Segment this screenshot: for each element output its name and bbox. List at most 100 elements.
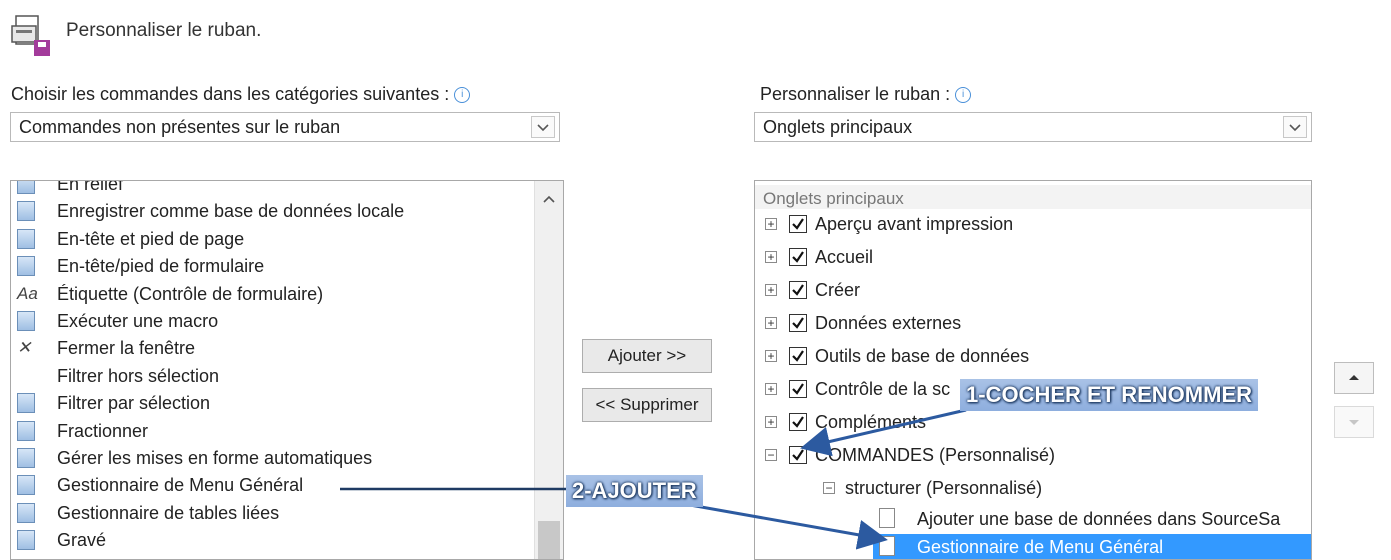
tab-checkbox[interactable]: [789, 248, 807, 266]
customize-ribbon-icon: [10, 12, 54, 56]
tab-checkbox[interactable]: [789, 281, 807, 299]
list-item-label: Gestionnaire de Menu Général: [57, 475, 304, 496]
list-item-label: En-tête/pied de formulaire: [57, 256, 265, 277]
move-up-button[interactable]: [1334, 362, 1374, 394]
tab-checkbox[interactable]: [789, 215, 807, 233]
save-local-db-icon: [17, 201, 35, 222]
chevron-down-icon[interactable]: [531, 116, 555, 138]
expand-icon[interactable]: +: [765, 416, 777, 428]
tree-tab-item[interactable]: + Aperçu avant impression: [755, 209, 1311, 239]
tree-tab-item[interactable]: + Outils de base de données: [755, 341, 1311, 371]
tree-group-label: structurer (Personnalisé): [845, 478, 1043, 498]
list-item[interactable]: Gestionnaire de tables liées: [11, 500, 563, 527]
caret-down-icon: [1349, 420, 1359, 425]
tree-tab-label: Compléments: [815, 412, 927, 432]
list-item-label: Étiquette (Contrôle de formulaire): [57, 283, 324, 304]
list-item-label: Fractionner: [57, 420, 149, 441]
tree-group-item[interactable]: − structurer (Personnalisé): [755, 473, 1311, 503]
tree-tab-label: Contrôle de la sc: [815, 379, 951, 399]
tab-checkbox[interactable]: [789, 314, 807, 332]
tree-tab-label: Données externes: [815, 313, 962, 333]
list-item[interactable]: Gravé: [11, 527, 563, 554]
tree-tab-item[interactable]: − COMMANDES (Personnalisé): [755, 440, 1311, 470]
chevron-down-icon[interactable]: [1283, 116, 1307, 138]
list-item[interactable]: En-tête/pied de formulaire: [11, 253, 563, 280]
caret-up-icon: [1349, 375, 1359, 380]
emboss-icon: [17, 181, 35, 194]
add-button[interactable]: Ajouter >>: [582, 339, 712, 373]
tab-checkbox[interactable]: [789, 446, 807, 464]
scroll-thumb[interactable]: [538, 521, 560, 559]
switchboard-icon: [17, 475, 35, 496]
left-category-label-text: Choisir les commandes dans les catégorie…: [11, 84, 450, 104]
tree-tab-label: Aperçu avant impression: [815, 214, 1014, 234]
header-footer-icon: [17, 228, 35, 249]
tab-checkbox[interactable]: [789, 347, 807, 365]
collapse-icon[interactable]: −: [765, 449, 777, 461]
tree-tab-label: Outils de base de données: [815, 346, 1030, 366]
ribbon-combo-value: Onglets principaux: [763, 117, 913, 137]
list-item[interactable]: Gérer les mises en forme automatiques: [11, 445, 563, 472]
list-item-label: Filtrer par sélection: [57, 393, 211, 414]
expand-icon[interactable]: +: [765, 350, 777, 362]
expand-icon[interactable]: +: [765, 317, 777, 329]
scroll-up-icon[interactable]: [535, 189, 563, 209]
list-item[interactable]: Filtrer par sélection: [11, 390, 563, 417]
tree-tab-item[interactable]: + Créer: [755, 275, 1311, 305]
tree-tab-label: Accueil: [815, 247, 874, 267]
tree-tab-item[interactable]: + Compléments: [755, 407, 1311, 437]
list-item-label: En-tête et pied de page: [57, 228, 245, 249]
left-category-label: Choisir les commandes dans les catégorie…: [11, 84, 471, 105]
info-icon: i: [454, 87, 471, 104]
move-down-button[interactable]: [1334, 406, 1374, 438]
list-item-label: Gestionnaire de tables liées: [57, 502, 280, 523]
list-item[interactable]: Enregistrer comme base de données locale: [11, 198, 563, 225]
tree-header-label: Onglets principaux: [763, 189, 904, 208]
list-item-label: Fermer la fenêtre: [57, 338, 196, 359]
list-item[interactable]: En-tête et pied de page: [11, 226, 563, 253]
right-ribbon-label: Personnaliser le ruban : i: [760, 84, 972, 105]
filter-icon: [17, 393, 35, 414]
label-aa-icon: Aa: [17, 283, 38, 303]
tree-command-item[interactable]: Ajouter une base de données dans SourceS…: [873, 506, 1311, 532]
commands-list[interactable]: En relief Enregistrer comme base de donné…: [10, 180, 564, 560]
tree-tab-item[interactable]: + Accueil: [755, 242, 1311, 272]
category-combo[interactable]: Commandes non présentes sur le ruban: [10, 112, 560, 142]
expand-icon[interactable]: +: [765, 218, 777, 230]
tree-tab-label: Créer: [815, 280, 861, 300]
tree-command-item[interactable]: Gestionnaire de Menu Général: [873, 534, 1311, 559]
tab-checkbox[interactable]: [789, 380, 807, 398]
list-item[interactable]: Fractionner: [11, 418, 563, 445]
form-header-icon: [17, 256, 35, 277]
autoformat-icon: [17, 448, 35, 468]
split-window-icon: [17, 420, 35, 441]
tree-command-label: Ajouter une base de données dans SourceS…: [917, 509, 1281, 529]
info-icon: i: [955, 87, 972, 104]
list-item[interactable]: Aa Étiquette (Contrôle de formulaire): [11, 281, 563, 308]
collapse-icon[interactable]: −: [823, 482, 835, 494]
run-macro-icon: [17, 311, 35, 331]
ribbon-combo[interactable]: Onglets principaux: [754, 112, 1312, 142]
list-item[interactable]: Filtrer hors sélection: [11, 363, 563, 390]
tree-command-label: Gestionnaire de Menu Général: [917, 537, 1164, 557]
ribbon-tree[interactable]: Onglets principaux + Aperçu avant impress…: [754, 180, 1312, 560]
list-item[interactable]: ✕ Fermer la fenêtre: [11, 335, 563, 362]
list-scrollbar[interactable]: [534, 181, 563, 559]
tab-checkbox[interactable]: [789, 413, 807, 431]
list-item[interactable]: Exécuter une macro: [11, 308, 563, 335]
linked-table-icon: [17, 502, 35, 523]
expand-icon[interactable]: +: [765, 251, 777, 263]
list-item-label: Exécuter une macro: [57, 311, 219, 331]
expand-icon[interactable]: +: [765, 383, 777, 395]
step1-callout: 1-COCHER ET RENOMMER: [960, 379, 1259, 411]
tree-tab-label: COMMANDES (Personnalisé): [815, 445, 1056, 465]
list-item[interactable]: En relief: [11, 181, 563, 198]
switchboard-icon: [879, 536, 895, 556]
engrave-icon: [17, 530, 35, 551]
tree-tab-item[interactable]: + Données externes: [755, 308, 1311, 338]
list-item[interactable]: Gestionnaire de Menu Général: [11, 472, 563, 499]
add-database-icon: [879, 508, 895, 528]
expand-icon[interactable]: +: [765, 284, 777, 296]
remove-button[interactable]: << Supprimer: [582, 388, 712, 422]
tree-header: Onglets principaux: [755, 185, 1311, 209]
